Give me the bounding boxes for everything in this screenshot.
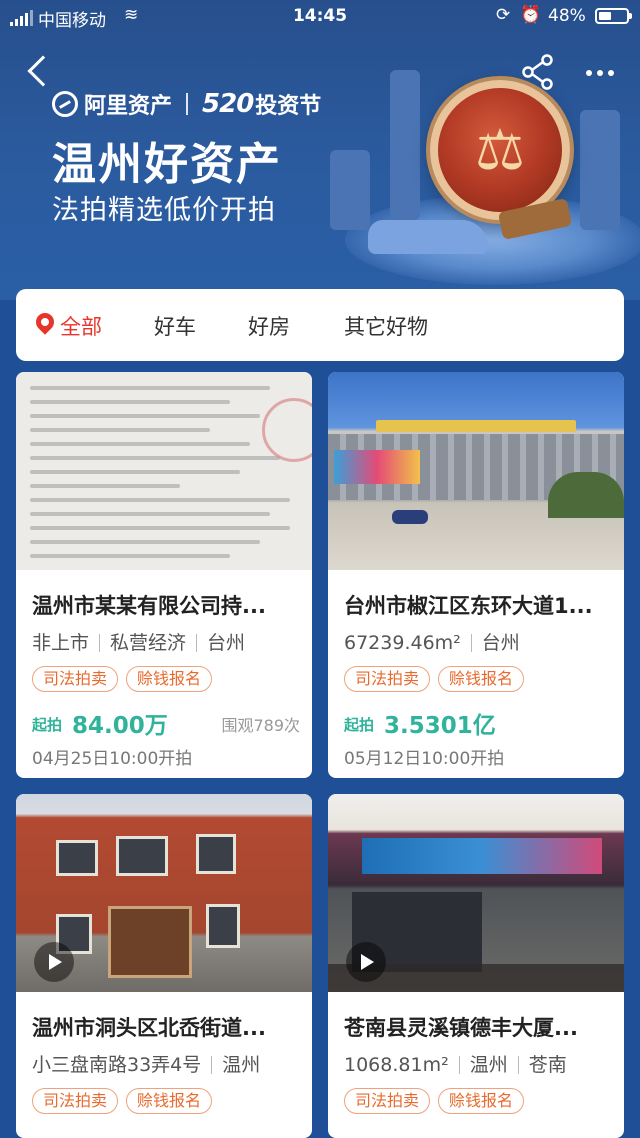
logo-row: 阿里资产 520 投资节 bbox=[52, 88, 321, 120]
car-illustration bbox=[368, 220, 488, 254]
view-count: 围观789次 bbox=[221, 716, 300, 735]
tag-list: 司法拍卖 赊钱报名 bbox=[32, 666, 213, 692]
court-emblem-icon: ⚖ bbox=[430, 80, 570, 220]
page-title: 温州好资产 bbox=[52, 139, 282, 190]
tag-judicial-auction: 司法拍卖 bbox=[32, 1088, 119, 1114]
meta-item: 苍南 bbox=[528, 1054, 567, 1076]
listing-meta: 小三盘南路33弄4号 温州 bbox=[32, 1050, 260, 1077]
listing-image bbox=[16, 372, 312, 570]
back-button[interactable] bbox=[24, 52, 59, 92]
meta-item: 台州 bbox=[481, 632, 520, 654]
event-name: 投资节 bbox=[255, 94, 322, 119]
play-video-icon[interactable] bbox=[346, 942, 386, 982]
price-row: 起拍 3.5301亿 bbox=[344, 706, 612, 739]
more-button[interactable] bbox=[578, 52, 622, 92]
brand-name: 阿里资产 bbox=[84, 94, 173, 119]
billboard bbox=[334, 450, 420, 484]
tower-decoration bbox=[330, 150, 370, 230]
tag-list: 司法拍卖 赊钱报名 bbox=[32, 1088, 213, 1114]
listing-title[interactable]: 台州市椒江区东环大道1... bbox=[344, 590, 612, 620]
alarm-icon: ⏰ bbox=[520, 5, 542, 25]
tower-decoration bbox=[580, 110, 620, 230]
tower-decoration bbox=[390, 70, 420, 220]
dot-icon bbox=[586, 70, 592, 76]
meta-item: 67239.46m² bbox=[344, 632, 461, 654]
front-door bbox=[108, 906, 192, 978]
parked-car bbox=[392, 510, 428, 524]
tag-credit-registration: 赊钱报名 bbox=[126, 666, 213, 692]
meta-item: 非上市 bbox=[32, 632, 90, 654]
location-pin-icon bbox=[32, 309, 58, 335]
tab-other-goods[interactable]: 其它好物 bbox=[344, 311, 428, 341]
tab-all[interactable]: 全部 bbox=[60, 311, 102, 341]
share-icon bbox=[522, 54, 553, 90]
listing-title[interactable]: 苍南县灵溪镇德丰大厦... bbox=[344, 1012, 612, 1042]
shop-sign bbox=[362, 838, 602, 874]
event-mark: 520 bbox=[202, 89, 254, 119]
category-tabs: 全部 好车 好房 其它好物 bbox=[16, 289, 624, 361]
price-label: 起拍 bbox=[344, 716, 375, 734]
listing-meta: 非上市 私营经济 台州 bbox=[32, 628, 245, 655]
tag-judicial-auction: 司法拍卖 bbox=[344, 1088, 431, 1114]
dot-icon bbox=[597, 70, 603, 76]
listing-meta: 1068.81m² 温州 苍南 bbox=[344, 1050, 567, 1077]
price-row: 起拍 84.00万 围观789次 bbox=[32, 706, 300, 739]
tag-credit-registration: 赊钱报名 bbox=[438, 1088, 525, 1114]
tag-credit-registration: 赊钱报名 bbox=[126, 1088, 213, 1114]
tag-list: 司法拍卖 赊钱报名 bbox=[344, 666, 525, 692]
status-bar: 中国移动 ≋ 14:45 ⟳ ⏰ 48% bbox=[0, 0, 640, 34]
meta-item: 台州 bbox=[207, 632, 246, 654]
tag-judicial-auction: 司法拍卖 bbox=[344, 666, 431, 692]
listing-card[interactable]: 温州市某某有限公司持... 非上市 私营经济 台州 司法拍卖 赊钱报名 起拍 84.… bbox=[16, 372, 312, 778]
play-video-icon[interactable] bbox=[34, 942, 74, 982]
tab-cars[interactable]: 好车 bbox=[154, 311, 196, 341]
battery-percent: 48% bbox=[548, 6, 586, 26]
listing-card[interactable]: 苍南县灵溪镇德丰大厦... 1068.81m² 温州 苍南 司法拍卖 赊钱报名 bbox=[328, 794, 624, 1138]
ali-assets-logo-icon bbox=[52, 91, 78, 117]
meta-item: 1068.81m² bbox=[344, 1054, 449, 1076]
tab-houses[interactable]: 好房 bbox=[248, 311, 290, 341]
chevron-left-icon bbox=[27, 55, 59, 87]
listing-title[interactable]: 温州市某某有限公司持... bbox=[32, 590, 300, 620]
clock: 14:45 bbox=[292, 6, 348, 26]
page-subtitle: 法拍精选低价开拍 bbox=[52, 195, 276, 226]
listing-card[interactable]: 台州市椒江区东环大道1... 67239.46m² 台州 司法拍卖 赊钱报名 起拍… bbox=[328, 372, 624, 778]
tag-judicial-auction: 司法拍卖 bbox=[32, 666, 119, 692]
tag-credit-registration: 赊钱报名 bbox=[438, 666, 525, 692]
dot-icon bbox=[608, 70, 614, 76]
listing-card[interactable]: 温州市洞头区北岙街道... 小三盘南路33弄4号 温州 司法拍卖 赊钱报名 bbox=[16, 794, 312, 1138]
auction-start-time: 04月25日10:00开拍 bbox=[32, 749, 193, 769]
meta-item: 小三盘南路33弄4号 bbox=[32, 1054, 202, 1076]
battery-icon bbox=[595, 8, 632, 24]
listing-image bbox=[328, 372, 624, 570]
court-seal-icon bbox=[262, 398, 312, 462]
price-label: 起拍 bbox=[32, 716, 63, 734]
listing-title[interactable]: 温州市洞头区北岙街道... bbox=[32, 1012, 300, 1042]
listing-meta: 67239.46m² 台州 bbox=[344, 628, 520, 655]
meta-item: 私营经济 bbox=[110, 632, 187, 654]
listing-image bbox=[16, 794, 312, 992]
starting-price: 3.5301亿 bbox=[384, 713, 496, 739]
rotation-lock-icon: ⟳ bbox=[496, 5, 511, 25]
tag-list: 司法拍卖 赊钱报名 bbox=[344, 1088, 525, 1114]
meta-item: 温州 bbox=[469, 1054, 508, 1076]
trees bbox=[548, 472, 624, 518]
meta-item: 温州 bbox=[222, 1054, 261, 1076]
logo-divider bbox=[186, 93, 189, 115]
mall-sign bbox=[376, 420, 576, 432]
starting-price: 84.00万 bbox=[72, 713, 168, 739]
listing-image bbox=[328, 794, 624, 992]
auction-start-time: 05月12日10:00开拍 bbox=[344, 749, 505, 769]
share-button[interactable] bbox=[518, 52, 558, 92]
